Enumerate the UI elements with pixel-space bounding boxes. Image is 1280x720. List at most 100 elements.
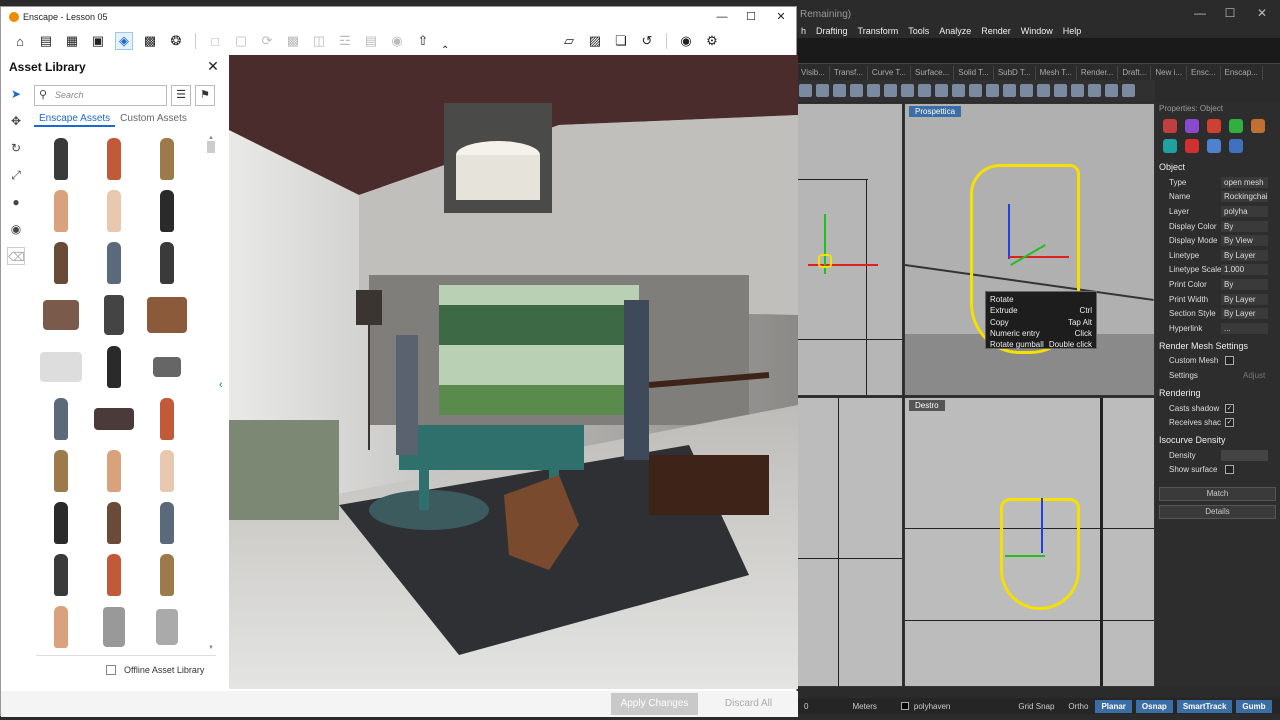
move-icon[interactable]: ✥ bbox=[7, 112, 25, 130]
export-icon[interactable]: □ bbox=[206, 32, 224, 50]
property-value[interactable]: By View bbox=[1221, 235, 1268, 247]
rocking-chair-right[interactable] bbox=[1000, 498, 1080, 610]
asset-thumbnail[interactable] bbox=[36, 239, 86, 287]
menu-item-transform[interactable]: Transform bbox=[854, 24, 905, 38]
menu-item[interactable]: h bbox=[797, 24, 812, 38]
display-icon[interactable] bbox=[1185, 139, 1199, 153]
property-value[interactable]: ... bbox=[1221, 322, 1268, 334]
asset-thumbnail[interactable] bbox=[142, 603, 192, 650]
viewport-label-right[interactable]: Destro bbox=[909, 400, 945, 411]
mesh-icon[interactable] bbox=[1163, 139, 1177, 153]
bim-icon[interactable]: ▦ bbox=[63, 32, 81, 50]
tool-icon[interactable] bbox=[1105, 84, 1118, 97]
toolbar-tab[interactable]: Render... bbox=[1077, 66, 1119, 80]
asset-thumbnail[interactable] bbox=[89, 603, 139, 650]
asset-thumbnail[interactable] bbox=[36, 499, 86, 547]
asset-thumbnail[interactable] bbox=[142, 395, 192, 443]
asset-thumbnail[interactable] bbox=[36, 343, 86, 391]
menu-item-render[interactable]: Render bbox=[977, 24, 1017, 38]
ctx-item-copy[interactable]: Copy Tap Alt bbox=[990, 317, 1092, 328]
menu-item-help[interactable]: Help bbox=[1059, 24, 1088, 38]
sync-icon[interactable]: ↺ bbox=[638, 32, 656, 50]
gear-icon[interactable]: ⚙ bbox=[703, 32, 721, 50]
enscape-close-icon[interactable]: ✕ bbox=[768, 9, 794, 25]
toolbar-tab[interactable]: Transf... bbox=[830, 66, 868, 80]
tab-custom-assets[interactable]: Custom Assets bbox=[115, 111, 192, 127]
status-units[interactable]: Meters bbox=[845, 702, 883, 711]
asset-thumbnail[interactable] bbox=[36, 187, 86, 235]
toolbar-tab[interactable]: Solid T... bbox=[954, 66, 994, 80]
tool-icon[interactable] bbox=[969, 84, 982, 97]
close-icon[interactable]: ✕ bbox=[206, 59, 220, 73]
scale-icon[interactable]: ⤢ bbox=[7, 166, 25, 184]
asset-thumbnail[interactable] bbox=[142, 135, 192, 183]
viewport-front[interactable] bbox=[797, 397, 903, 687]
ctx-item-numeric-entry[interactable]: Numeric entry Click bbox=[990, 328, 1092, 339]
property-value[interactable]: Rockingchai bbox=[1221, 191, 1268, 203]
asset-thumbnail[interactable] bbox=[89, 343, 139, 391]
property-value[interactable]: By Layer bbox=[1221, 308, 1268, 320]
receives-shadows-checkbox[interactable]: ✓ bbox=[1225, 418, 1234, 428]
video-icon[interactable]: ◫ bbox=[310, 32, 328, 50]
property-value[interactable]: By Layer bbox=[1221, 293, 1268, 305]
asset-thumbnail[interactable] bbox=[142, 239, 192, 287]
home-icon[interactable]: ⌂ bbox=[11, 32, 29, 50]
tool-icon[interactable] bbox=[1071, 84, 1084, 97]
vr-icon[interactable]: ◉ bbox=[388, 32, 406, 50]
tool-icon[interactable] bbox=[1003, 84, 1016, 97]
toolbar-tab[interactable]: Enscap... bbox=[1221, 66, 1263, 80]
ctx-item-rotate-gumball[interactable]: Rotate gumball Double click bbox=[990, 339, 1092, 350]
menu-item-drafting[interactable]: Drafting bbox=[812, 24, 854, 38]
toolbar-tab[interactable]: Surface... bbox=[911, 66, 955, 80]
tool-icon[interactable] bbox=[884, 84, 897, 97]
asset-thumbnail[interactable] bbox=[36, 551, 86, 599]
screenshot-icon[interactable]: ▢ bbox=[232, 32, 250, 50]
upload-icon[interactable]: ⇧ bbox=[414, 32, 432, 50]
trash-icon[interactable]: ⌫ bbox=[7, 247, 25, 265]
rhino-maximize-icon[interactable]: ☐ bbox=[1218, 6, 1242, 24]
toolbar-tab[interactable]: Visib... bbox=[797, 66, 830, 80]
asset-thumbnail[interactable] bbox=[89, 551, 139, 599]
material-editor-icon[interactable]: ❂ bbox=[167, 32, 185, 50]
smarttrack-toggle[interactable]: SmartTrack bbox=[1176, 699, 1233, 713]
viewport-top[interactable] bbox=[797, 103, 903, 396]
tool-icon[interactable] bbox=[935, 84, 948, 97]
eye-icon[interactable]: ◉ bbox=[677, 32, 695, 50]
menu-item-analyze[interactable]: Analyze bbox=[935, 24, 977, 38]
tool-icon[interactable] bbox=[918, 84, 931, 97]
asset-thumbnail[interactable] bbox=[89, 395, 139, 443]
batch-render-icon[interactable]: ☲ bbox=[336, 32, 354, 50]
atmosphere-icon[interactable]: ▱ bbox=[560, 32, 578, 50]
toolbar-tab[interactable]: Curve T... bbox=[868, 66, 912, 80]
asset-thumbnail[interactable] bbox=[89, 291, 139, 339]
adjust-button[interactable]: Adjust bbox=[1243, 371, 1265, 380]
rhino-minimize-icon[interactable]: — bbox=[1188, 6, 1212, 24]
casts-shadows-checkbox[interactable]: ✓ bbox=[1225, 403, 1234, 413]
asset-thumbnail[interactable] bbox=[36, 135, 86, 183]
property-value[interactable]: polyha bbox=[1221, 205, 1268, 217]
tool-icon[interactable] bbox=[1054, 84, 1067, 97]
asset-thumbnail[interactable] bbox=[142, 447, 192, 495]
drop-icon[interactable]: ● bbox=[7, 193, 25, 211]
property-value[interactable]: 1.000 bbox=[1221, 264, 1268, 276]
viewport-label-perspective[interactable]: Prospettica bbox=[909, 106, 962, 117]
property-value[interactable]: By bbox=[1221, 220, 1268, 232]
asset-thumbnail[interactable] bbox=[142, 187, 192, 235]
tool-icon[interactable] bbox=[986, 84, 999, 97]
search-input[interactable]: Search bbox=[34, 85, 167, 106]
asset-thumbnail[interactable] bbox=[36, 291, 86, 339]
scroll-down-icon[interactable]: ▼ bbox=[208, 645, 214, 651]
tool-icon[interactable] bbox=[901, 84, 914, 97]
menu-item-tools[interactable]: Tools bbox=[904, 24, 935, 38]
tool-icon[interactable] bbox=[1020, 84, 1033, 97]
discard-all-button[interactable]: Discard All bbox=[711, 693, 786, 715]
density-field[interactable] bbox=[1221, 449, 1268, 461]
asset-thumbnail[interactable] bbox=[89, 499, 139, 547]
asset-thumbnail[interactable] bbox=[89, 187, 139, 235]
tag-icon[interactable]: ⚑ bbox=[195, 85, 215, 106]
scatter-icon[interactable]: ◉ bbox=[7, 220, 25, 238]
texture-icon[interactable] bbox=[1229, 119, 1243, 133]
image-icon[interactable]: ▩ bbox=[284, 32, 302, 50]
views-icon[interactable]: ▤ bbox=[37, 32, 55, 50]
color-wheel-icon[interactable] bbox=[1185, 119, 1199, 133]
